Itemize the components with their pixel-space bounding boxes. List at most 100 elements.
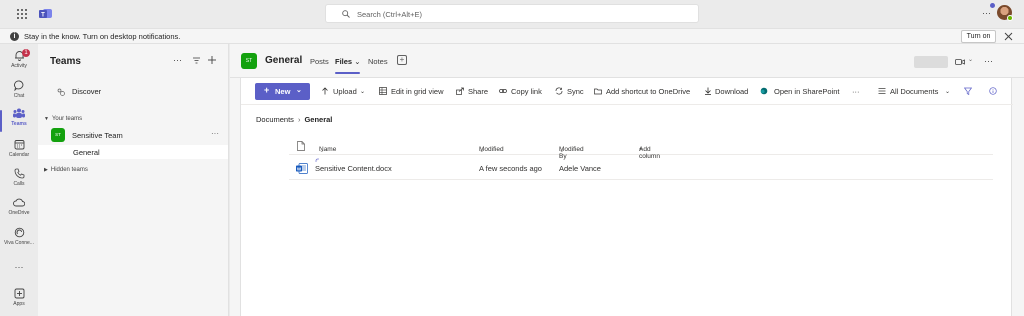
calendar-icon <box>14 140 24 150</box>
banner-text: Stay in the know. Turn on desktop notifi… <box>24 32 181 41</box>
app-viva-connections[interactable]: Viva Conne... <box>0 227 38 255</box>
new-label: New <box>275 87 291 96</box>
video-camera-icon[interactable] <box>955 57 965 67</box>
file-name[interactable]: Sensitive Content.docx <box>315 164 392 173</box>
turn-on-button[interactable]: Turn on <box>961 30 996 43</box>
team-avatar: ST <box>51 128 65 142</box>
app-apps[interactable]: Apps <box>0 288 38 316</box>
teams-pane: Teams ··· Discover ▼ Your teams ST Sensit… <box>38 44 229 316</box>
chevron-down-icon: ⌄ <box>296 87 302 94</box>
viva-connections-icon <box>14 227 24 238</box>
team-item-sensitive-team[interactable]: ST Sensitive Team ··· <box>51 128 221 142</box>
hidden-teams-header[interactable]: ▶ Hidden teams <box>44 167 88 173</box>
title-bar: T Search (Ctrl+Alt+E) ··· <box>0 0 1024 28</box>
chevron-down-icon: ▼ <box>44 116 49 122</box>
your-teams-header[interactable]: ▼ Your teams <box>44 116 82 122</box>
your-teams-label: Your teams <box>51 116 83 122</box>
app-label: Calendar <box>8 152 30 158</box>
avatar[interactable] <box>997 5 1013 21</box>
document-library: + New ⌄ Upload ⌄ Edit in grid view Share… <box>240 78 1013 316</box>
chevron-down-icon: ⌄ <box>354 57 361 66</box>
upload-icon <box>322 87 328 95</box>
phone-icon <box>14 168 24 179</box>
app-chat[interactable]: Chat <box>0 80 38 108</box>
plus-icon: + <box>264 85 270 95</box>
sync-icon <box>555 87 563 95</box>
edit-grid-view-button[interactable]: Edit in grid view <box>391 87 444 96</box>
close-icon[interactable] <box>1003 31 1014 42</box>
discover-icon <box>57 88 65 96</box>
open-sharepoint-button[interactable]: Open in SharePoint <box>774 87 839 96</box>
more-apps-label: ··· <box>14 262 24 272</box>
app-launcher-icon[interactable] <box>16 8 28 20</box>
hidden-teams-label: Hidden teams <box>50 167 88 173</box>
filter-icon[interactable] <box>192 56 201 65</box>
info-icon[interactable] <box>989 87 997 95</box>
presence-available-icon <box>1007 15 1013 21</box>
chevron-down-icon[interactable]: ⌄ <box>945 88 950 95</box>
grid-view-icon <box>379 87 387 95</box>
breadcrumb: Documents › General <box>256 115 332 124</box>
file-type-icon[interactable] <box>297 141 305 151</box>
app-teams[interactable]: Teams <box>0 108 38 136</box>
add-shortcut-button[interactable]: Add shortcut to OneDrive <box>606 87 690 96</box>
upload-button[interactable]: Upload <box>333 87 357 96</box>
add-tab-button[interactable]: + <box>397 55 407 65</box>
tab-notes[interactable]: Notes <box>368 57 388 66</box>
search-input[interactable]: Search (Ctrl+Alt+E) <box>325 4 699 23</box>
tab-files-label: Files <box>335 57 353 66</box>
table-row[interactable]: W Sensitive Content.docx A few seconds a… <box>289 156 993 180</box>
activity-badge: 1 <box>22 49 30 57</box>
info-icon: i <box>10 32 19 41</box>
toolbar-more-button[interactable]: ··· <box>852 87 860 96</box>
chat-icon <box>13 80 23 91</box>
share-button[interactable]: Share <box>468 87 488 96</box>
channel-item-general[interactable]: General <box>38 145 228 159</box>
app-calls[interactable]: Calls <box>0 168 38 196</box>
channel-more-button[interactable]: ··· <box>984 56 993 66</box>
discover-link[interactable]: Discover <box>72 87 101 96</box>
search-icon <box>342 10 350 18</box>
sync-button[interactable]: Sync <box>567 87 584 96</box>
download-button[interactable]: Download <box>715 87 748 96</box>
main-content: ST General Posts Files ⌄ Notes + ⌄ ··· +… <box>230 44 1024 316</box>
file-modified: A few seconds ago <box>479 164 542 173</box>
sharepoint-icon <box>760 87 768 95</box>
chevron-down-icon: ⌄ <box>559 147 565 154</box>
file-modified-by[interactable]: Adele Vance <box>559 164 601 173</box>
svg-text:T: T <box>41 13 45 19</box>
chevron-down-icon[interactable]: ⌄ <box>968 56 973 63</box>
pane-actions: ··· <box>173 55 225 67</box>
more-apps-button[interactable]: ··· <box>0 260 38 288</box>
tab-posts[interactable]: Posts <box>310 57 329 66</box>
chevron-down-icon[interactable]: ⌄ <box>360 88 365 95</box>
copy-link-button[interactable]: Copy link <box>511 87 542 96</box>
view-selector[interactable]: All Documents <box>890 87 938 96</box>
app-bar: 1 Activity Chat Teams Calendar Calls One… <box>0 44 38 316</box>
pane-more-button[interactable]: ··· <box>173 55 182 65</box>
chevron-down-icon: ⌄ <box>479 147 485 154</box>
channel-avatar: ST <box>241 53 257 69</box>
add-icon[interactable] <box>207 55 217 65</box>
app-activity[interactable]: 1 Activity <box>0 49 38 78</box>
app-label: Teams <box>11 121 27 127</box>
download-icon <box>705 87 711 95</box>
meet-button[interactable] <box>914 56 948 68</box>
app-label: Apps <box>13 301 25 307</box>
share-icon <box>456 87 464 95</box>
team-more-button[interactable]: ··· <box>211 129 219 138</box>
breadcrumb-separator: › <box>297 115 301 124</box>
app-label: OneDrive <box>8 210 30 216</box>
app-label: Calls <box>13 181 25 187</box>
settings-more-button[interactable]: ··· <box>982 8 991 18</box>
app-onedrive[interactable]: OneDrive <box>0 197 38 225</box>
tab-files[interactable]: Files ⌄ <box>335 57 361 74</box>
app-label: Activity <box>11 63 27 69</box>
breadcrumb-documents[interactable]: Documents <box>256 115 294 124</box>
cloud-icon <box>13 198 25 207</box>
shortcut-icon <box>594 88 602 95</box>
new-button[interactable]: + New ⌄ <box>255 83 310 100</box>
app-calendar[interactable]: Calendar <box>0 139 38 167</box>
filter-icon[interactable] <box>964 87 972 95</box>
teams-icon <box>13 108 25 118</box>
